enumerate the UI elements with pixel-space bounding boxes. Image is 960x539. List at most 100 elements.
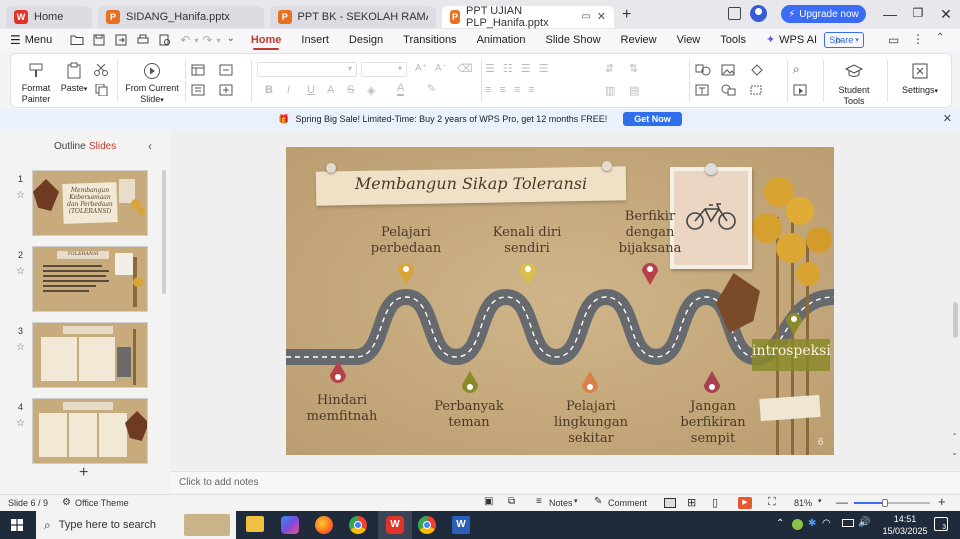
step-label-berfikir[interactable]: Berfikir dengan bijaksana <box>612 209 688 257</box>
share-button[interactable]: Share ▾ <box>824 32 864 48</box>
step-label-jangan-berfikiran[interactable]: Jangan berfikiran sempit <box>670 399 756 447</box>
slide-thumbnail-2[interactable]: TOLERANSI <box>32 246 148 312</box>
zoom-slider[interactable] <box>854 499 930 507</box>
notes-toggle[interactable]: Notes <box>549 498 573 508</box>
reset-slide-icon[interactable] <box>219 64 235 76</box>
tray-app-icon[interactable] <box>792 519 803 530</box>
scroll-down-icon[interactable]: ⌄ <box>951 448 958 457</box>
star-icon[interactable]: ☆ <box>16 190 25 201</box>
step-label-introspeksi[interactable]: introspeksi <box>752 343 831 359</box>
close-window-icon[interactable]: ✕ <box>936 6 956 23</box>
slide-thumbnail-4[interactable] <box>32 398 148 464</box>
avatar[interactable] <box>750 5 767 22</box>
new-slide-icon[interactable] <box>219 84 235 96</box>
outline-icon[interactable] <box>749 84 765 96</box>
minimize-icon[interactable]: — <box>880 6 900 22</box>
get-now-button[interactable]: Get Now <box>623 112 682 126</box>
menu-view[interactable]: View <box>667 29 711 51</box>
file-explorer-icon[interactable] <box>246 516 264 532</box>
font-size-select[interactable]: ▾ <box>361 62 407 77</box>
char-spacing-icon[interactable]: ◈ <box>367 84 375 97</box>
normal-view-icon[interactable] <box>664 498 676 508</box>
present-mode-icon[interactable]: ⧉ <box>508 496 515 507</box>
redo-dropdown-icon[interactable]: ▾ <box>216 36 220 47</box>
comment-toggle[interactable]: Comment <box>608 498 647 508</box>
slide-title[interactable]: Membangun Sikap Toleransi <box>316 176 626 192</box>
theme-name[interactable]: Office Theme <box>75 498 129 508</box>
select-icon[interactable] <box>793 84 809 96</box>
menu-review[interactable]: Review <box>611 29 667 51</box>
tab-ppt-ujian[interactable]: P PPT UJIAN PLP_Hanifa.pptx ▭ ✕ <box>442 5 614 29</box>
tab-home[interactable]: W Home <box>6 5 92 28</box>
word-icon[interactable]: W <box>452 516 470 534</box>
save-icon[interactable] <box>92 33 106 47</box>
notification-center-icon[interactable]: 3 <box>934 517 948 531</box>
zoom-level[interactable]: 81% <box>794 498 812 508</box>
chrome-profile-icon[interactable] <box>418 516 436 534</box>
wps-taskbar-button[interactable]: W <box>378 511 412 539</box>
underline-icon[interactable]: U <box>307 84 315 96</box>
redo-icon[interactable]: ↷ <box>202 33 212 47</box>
strikethrough-icon[interactable]: S <box>347 84 354 96</box>
undo-dropdown-icon[interactable]: ▾ <box>194 36 198 47</box>
step-label-perbanyak-teman[interactable]: Perbanyak teman <box>426 399 512 431</box>
paragraph-align-group[interactable]: ≡≡≡≡ <box>485 84 605 98</box>
section-icon[interactable] <box>191 84 207 96</box>
settings-button[interactable]: Settings▾ <box>893 62 947 97</box>
network-icon[interactable]: ◠ <box>822 518 831 529</box>
paste-button[interactable]: Paste▾ <box>57 62 91 95</box>
menu-button[interactable]: ☰ Menu <box>0 33 52 47</box>
text-direction-icon[interactable]: ⇅ <box>629 62 638 75</box>
fit-icon[interactable]: ▣ <box>484 496 493 507</box>
firefox-icon[interactable] <box>315 516 333 534</box>
tab-outline[interactable]: Outline <box>54 141 86 152</box>
undo-icon[interactable]: ↶ <box>180 33 190 47</box>
cut-icon[interactable] <box>93 64 109 76</box>
volume-icon[interactable]: 🔊 <box>858 517 870 528</box>
picture-icon[interactable] <box>721 64 737 76</box>
text-box-icon[interactable] <box>695 84 711 96</box>
step-label-hindari-memfitnah[interactable]: Hindari memfitnah <box>300 393 384 425</box>
close-promo-icon[interactable]: ✕ <box>943 112 952 125</box>
sorter-view-icon[interactable]: ⊞ <box>687 496 696 509</box>
print-icon[interactable] <box>136 33 150 47</box>
add-slide-icon[interactable]: + <box>79 464 88 482</box>
step-label-kenali-diri[interactable]: Kenali diri sendiri <box>482 225 572 257</box>
menu-tools[interactable]: Tools <box>710 29 756 51</box>
font-name-select[interactable]: ▾ <box>257 62 357 77</box>
window-mode-icon[interactable]: ▭ <box>581 11 590 22</box>
shrink-font-icon[interactable]: A⁻ <box>435 63 447 74</box>
from-current-slide-button[interactable]: From Current Slide▾ <box>121 62 183 106</box>
clear-format-icon[interactable]: ⌫ <box>457 62 473 75</box>
layout-icon[interactable] <box>191 64 207 76</box>
find-icon[interactable]: ⌕ <box>793 62 800 77</box>
upgrade-button[interactable]: ⚡ Upgrade now <box>781 5 866 23</box>
chrome-icon[interactable] <box>349 516 367 534</box>
font-color-icon[interactable]: A <box>397 82 405 96</box>
slide-thumbnail-3[interactable] <box>32 322 148 388</box>
tab-ppt-bk[interactable]: P PPT BK - SEKOLAH RAMAH ANAK.ppt <box>270 5 436 28</box>
bluetooth-icon[interactable]: ✱ <box>808 518 816 529</box>
windows-start-icon[interactable] <box>11 519 23 531</box>
reading-view-icon[interactable]: ▯ <box>712 496 718 509</box>
menu-wps-ai[interactable]: ✦ WPS AI <box>756 29 827 51</box>
window-layout-icon[interactable] <box>728 7 741 20</box>
menu-animation[interactable]: Animation <box>467 29 536 51</box>
slide-6[interactable]: Membangun Sikap Toleransi Pelajari perbe… <box>286 147 834 455</box>
shapes-icon[interactable] <box>695 64 711 76</box>
pane-scrollbar[interactable] <box>162 170 166 294</box>
student-tools-button[interactable]: Student Tools <box>827 62 881 107</box>
more-icon[interactable]: ⋮ <box>912 32 924 46</box>
highlight-icon[interactable]: ✎ <box>427 82 436 95</box>
zoom-out-icon[interactable]: — <box>836 495 848 509</box>
print-preview-icon[interactable] <box>158 33 172 47</box>
bold-icon[interactable]: B <box>265 84 273 96</box>
menu-design[interactable]: Design <box>339 29 393 51</box>
italic-icon[interactable]: I <box>287 84 290 96</box>
paragraph-list-group[interactable]: ☰☷☰☰ <box>485 62 605 76</box>
more-chevron-icon[interactable]: ⌄ <box>226 33 234 47</box>
notes-area[interactable]: Click to add notes <box>171 471 960 493</box>
zoom-in-icon[interactable]: + <box>938 494 946 509</box>
chevron-down-icon[interactable]: ▾ <box>818 497 822 505</box>
slideshow-icon[interactable]: ▶ <box>738 497 752 509</box>
